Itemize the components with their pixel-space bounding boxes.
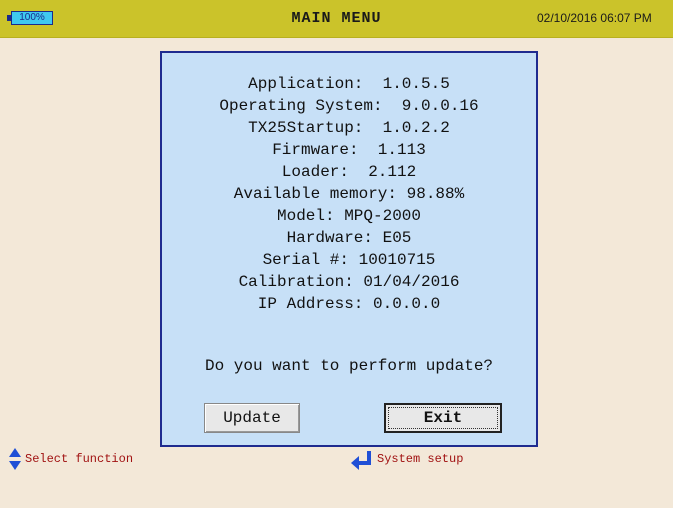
system-setup-hint: System setup [351, 448, 463, 470]
info-model: Model: MPQ-2000 [276, 207, 422, 225]
info-calibration: Calibration: 01/04/2016 [238, 273, 460, 291]
update-dialog: Application: 1.0.5.5 Operating System: 9… [160, 51, 538, 447]
info-hardware: Hardware: E05 [286, 229, 412, 247]
select-function-hint: Select function [9, 448, 133, 470]
info-serial: Serial #: 10010715 [262, 251, 436, 269]
info-available-memory: Available memory: 98.88% [233, 185, 465, 203]
info-ip-address: IP Address: 0.0.0.0 [257, 295, 441, 313]
system-setup-label: System setup [377, 452, 464, 466]
info-application: Application: 1.0.5.5 [248, 75, 450, 93]
select-function-label: Select function [25, 452, 134, 466]
info-loader: Loader: 2.112 [281, 163, 417, 181]
info-firmware: Firmware: 1.113 [272, 141, 426, 159]
title-bar: 100% MAIN MENU 02/10/2016 06:07 PM [0, 0, 673, 38]
updown-arrow-icon [9, 448, 21, 470]
exit-button[interactable]: Exit [384, 403, 502, 433]
update-question: Do you want to perform update? [204, 357, 494, 375]
datetime-display: 02/10/2016 06:07 PM [537, 11, 652, 25]
info-operating-system: Operating System: 9.0.0.16 [219, 97, 479, 115]
info-tx25startup: TX25Startup: 1.0.2.2 [248, 119, 450, 137]
enter-icon [351, 451, 371, 470]
update-button[interactable]: Update [204, 403, 300, 433]
system-info-list: Application: 1.0.5.5 Operating System: 9… [162, 73, 536, 315]
